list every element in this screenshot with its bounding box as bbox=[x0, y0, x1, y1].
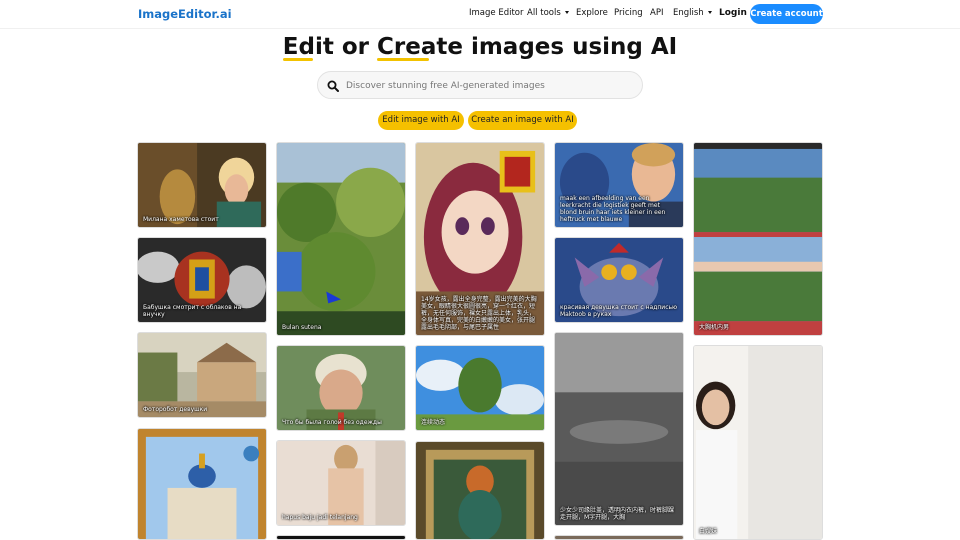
gallery-card[interactable]: 少女少司缘肚盖，透明内衣内裤，时裤脚踝走开腿，M字开腿，大胸 bbox=[554, 332, 684, 526]
gallery-card[interactable] bbox=[276, 535, 406, 540]
language-label: English bbox=[673, 8, 704, 18]
image-caption: 少女少司缘肚盖，透明内衣内裤，时裤脚踝走开腿，M字开腿，大胸 bbox=[560, 507, 675, 521]
gallery-card[interactable]: Милана хаметова стоит bbox=[137, 142, 267, 228]
gallery-card[interactable]: 白嫂妹 bbox=[693, 345, 823, 540]
gallery-image bbox=[416, 442, 544, 539]
language-select[interactable]: English bbox=[673, 8, 712, 18]
title-word-edit: Edit bbox=[282, 34, 334, 61]
page-title: Edit or Create images using AI bbox=[0, 34, 960, 61]
nav-divider bbox=[0, 28, 960, 29]
image-caption: 白嫂妹 bbox=[699, 528, 718, 535]
image-caption: Фоторобот девушки bbox=[143, 406, 208, 413]
search-bar bbox=[317, 71, 643, 99]
image-caption: maak een afbeelding van een leerkracht d… bbox=[560, 195, 666, 223]
gallery-card[interactable] bbox=[415, 441, 545, 540]
search-icon bbox=[327, 80, 339, 92]
login-link[interactable]: Login bbox=[719, 8, 747, 18]
gallery-image bbox=[555, 333, 683, 525]
gallery-image bbox=[138, 429, 266, 539]
title-word-create: Create bbox=[377, 34, 463, 61]
create-account-button[interactable]: Create account bbox=[750, 4, 823, 24]
logo[interactable]: ImageEditor.ai bbox=[138, 7, 232, 21]
gallery-card[interactable]: красивая девушка стоит с надписью Maktoo… bbox=[554, 237, 684, 323]
image-caption: hapus baju jadi telanjang bbox=[282, 514, 358, 521]
gallery-image bbox=[416, 346, 544, 430]
image-caption: 大胸机内男 bbox=[699, 324, 730, 331]
title-word-or: or bbox=[333, 34, 377, 60]
gallery-card[interactable] bbox=[554, 535, 684, 540]
gallery-image bbox=[694, 346, 822, 539]
nav-image-editor[interactable]: Image Editor bbox=[469, 8, 523, 18]
chevron-down-icon bbox=[707, 11, 712, 14]
image-caption: 14岁女孩，露出全身完整，露出完美的大胸美女，眼睛很大很圆很亮，穿一个红衣，短裤… bbox=[421, 296, 537, 331]
create-image-button[interactable]: Create an image with AI bbox=[468, 111, 577, 130]
gallery-card[interactable]: Фоторобот девушки bbox=[137, 332, 267, 418]
image-caption: Что бы была голой без одежды bbox=[282, 419, 382, 426]
gallery-card[interactable]: Bulan sutena bbox=[276, 142, 406, 336]
gallery-image bbox=[277, 143, 405, 335]
search-input[interactable] bbox=[346, 76, 636, 96]
nav-all-tools[interactable]: All tools bbox=[527, 8, 569, 18]
gallery-card[interactable]: maak een afbeelding van een leerkracht d… bbox=[554, 142, 684, 228]
gallery-card[interactable]: 连续动态 bbox=[415, 345, 545, 431]
nav-explore[interactable]: Explore bbox=[576, 8, 608, 18]
title-rest: images using AI bbox=[462, 34, 678, 60]
nav-api[interactable]: API bbox=[650, 8, 663, 18]
edit-image-button[interactable]: Edit image with AI bbox=[378, 111, 464, 130]
gallery-image bbox=[277, 346, 405, 430]
top-nav: ImageEditor.ai Image Editor All tools Ex… bbox=[0, 0, 960, 28]
nav-all-tools-label: All tools bbox=[527, 8, 561, 18]
gallery-card[interactable]: 大胸机内男 bbox=[693, 142, 823, 336]
nav-pricing[interactable]: Pricing bbox=[614, 8, 643, 18]
gallery-card[interactable]: 14岁女孩，露出全身完整，露出完美的大胸美女，眼睛很大很圆很亮，穿一个红衣，短裤… bbox=[415, 142, 545, 336]
image-caption: Bulan sutena bbox=[282, 324, 322, 331]
gallery-card[interactable] bbox=[137, 428, 267, 540]
gallery-image bbox=[138, 333, 266, 417]
gallery-image bbox=[277, 441, 405, 525]
gallery-image bbox=[694, 143, 822, 335]
image-caption: Милана хаметова стоит bbox=[143, 216, 219, 223]
image-caption: красивая девушка стоит с надписью Maktoo… bbox=[560, 304, 678, 318]
gallery-card[interactable]: Бабушка смотрит с облаков на внучку bbox=[137, 237, 267, 323]
chevron-down-icon bbox=[564, 11, 569, 14]
image-caption: 连续动态 bbox=[421, 419, 446, 426]
image-caption: Бабушка смотрит с облаков на внучку bbox=[143, 304, 242, 318]
gallery-image bbox=[138, 143, 266, 227]
gallery-card[interactable]: hapus baju jadi telanjang bbox=[276, 440, 406, 526]
gallery-card[interactable]: Что бы была голой без одежды bbox=[276, 345, 406, 431]
